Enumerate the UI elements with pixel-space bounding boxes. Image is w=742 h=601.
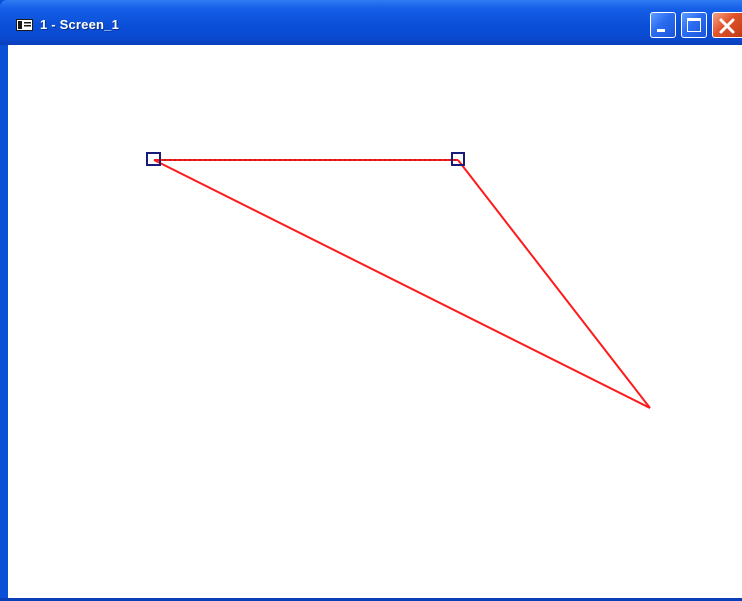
drawing-canvas xyxy=(146,152,651,409)
app-window: 1 - Screen_1 xyxy=(0,0,742,601)
triangle-right-edge[interactable] xyxy=(457,159,651,409)
triangle-left-edge[interactable] xyxy=(153,159,651,409)
